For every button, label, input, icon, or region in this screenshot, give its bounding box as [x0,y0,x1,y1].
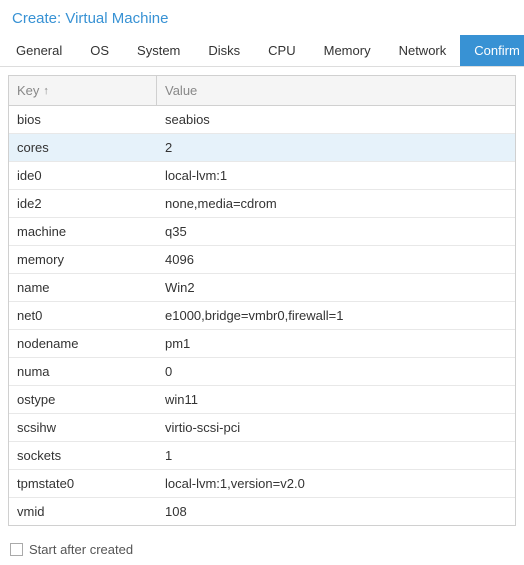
cell-value: 0 [157,358,515,385]
tabs-container: General OS System Disks CPU Memory Netwo… [0,35,524,67]
tab-os[interactable]: OS [76,35,123,66]
cell-key: bios [9,106,157,133]
cell-key: nodename [9,330,157,357]
cell-key: scsihw [9,414,157,441]
cell-value: 4096 [157,246,515,273]
cell-key: ide0 [9,162,157,189]
cell-value: virtio-scsi-pci [157,414,515,441]
table-row[interactable]: cores2 [9,134,515,162]
cell-value: e1000,bridge=vmbr0,firewall=1 [157,302,515,329]
cell-value: pm1 [157,330,515,357]
start-after-created-label: Start after created [29,542,133,557]
cell-key: tpmstate0 [9,470,157,497]
column-header-key-label: Key [17,83,39,98]
tab-system[interactable]: System [123,35,194,66]
dialog-title: Create: Virtual Machine [0,0,524,35]
cell-value: q35 [157,218,515,245]
cell-value: seabios [157,106,515,133]
cell-value: none,media=cdrom [157,190,515,217]
cell-value: 1 [157,442,515,469]
table-row[interactable]: biosseabios [9,106,515,134]
tab-general[interactable]: General [2,35,76,66]
grid-header-row: Key ↑ Value [9,76,515,106]
table-row[interactable]: net0e1000,bridge=vmbr0,firewall=1 [9,302,515,330]
cell-key: ide2 [9,190,157,217]
cell-key: net0 [9,302,157,329]
tab-disks[interactable]: Disks [194,35,254,66]
cell-value: local-lvm:1,version=v2.0 [157,470,515,497]
table-row[interactable]: sockets1 [9,442,515,470]
cell-value: local-lvm:1 [157,162,515,189]
table-row[interactable]: nodenamepm1 [9,330,515,358]
table-row[interactable]: ostypewin11 [9,386,515,414]
table-row[interactable]: ide2none,media=cdrom [9,190,515,218]
tab-memory[interactable]: Memory [310,35,385,66]
column-header-value[interactable]: Value [157,76,515,105]
summary-grid: Key ↑ Value biosseabioscores2ide0local-l… [8,75,516,526]
tab-network[interactable]: Network [385,35,461,66]
start-after-created-checkbox[interactable] [10,543,23,556]
table-row[interactable]: ide0local-lvm:1 [9,162,515,190]
table-row[interactable]: machineq35 [9,218,515,246]
cell-key: memory [9,246,157,273]
table-row[interactable]: scsihwvirtio-scsi-pci [9,414,515,442]
cell-key: sockets [9,442,157,469]
column-header-key[interactable]: Key ↑ [9,76,157,105]
cell-value: 2 [157,134,515,161]
table-row[interactable]: memory4096 [9,246,515,274]
cell-value: Win2 [157,274,515,301]
table-row[interactable]: tpmstate0local-lvm:1,version=v2.0 [9,470,515,498]
cell-key: name [9,274,157,301]
cell-key: numa [9,358,157,385]
cell-value: win11 [157,386,515,413]
tab-cpu[interactable]: CPU [254,35,309,66]
table-row[interactable]: numa0 [9,358,515,386]
sort-asc-icon: ↑ [43,85,49,97]
cell-key: machine [9,218,157,245]
content-area: Key ↑ Value biosseabioscores2ide0local-l… [0,67,524,534]
cell-key: ostype [9,386,157,413]
tab-confirm[interactable]: Confirm [460,35,524,66]
table-row[interactable]: nameWin2 [9,274,515,302]
column-header-value-label: Value [165,83,197,98]
footer: Start after created [0,534,524,565]
cell-key: cores [9,134,157,161]
